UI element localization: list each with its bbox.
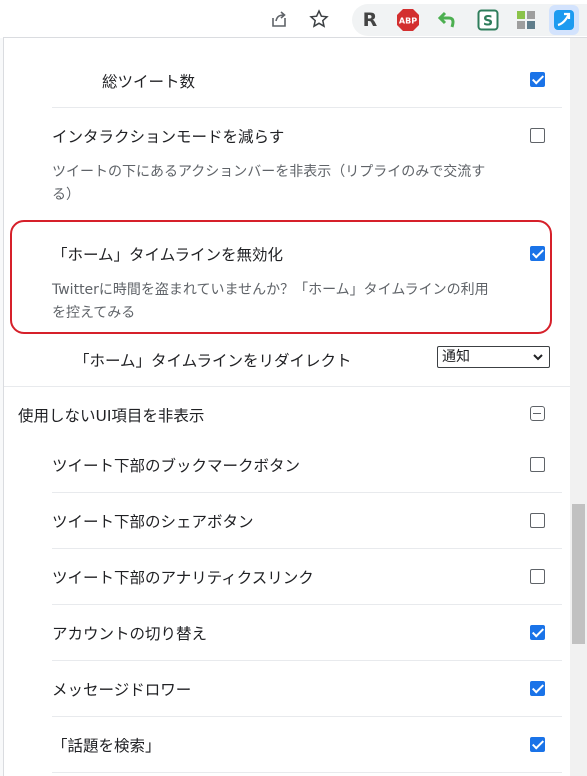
setting-row-reduce-interaction: インタラクションモードを減らす ツイートの下にあるアクションバーを非表示（リプラ… xyxy=(52,108,562,220)
active-extension-icon[interactable] xyxy=(549,5,579,35)
setting-description: ツイートの下にあるアクションバーを非表示（リプライのみで交流する） xyxy=(52,164,486,203)
setting-label: ツイート下部のブックマークボタン xyxy=(52,457,301,475)
setting-row-disable-home: 「ホーム」タイムラインを無効化 Twitterに時間を盗まれていませんか？「ホー… xyxy=(52,228,562,328)
redirect-home-select[interactable]: 通知 xyxy=(437,346,550,368)
share-button-checkbox[interactable] xyxy=(530,513,545,528)
extensions-group: R ABP S xyxy=(352,4,587,36)
list-item: ツイート下部のシェアボタン xyxy=(52,493,562,549)
list-item: ツイート下部のブックマークボタン xyxy=(52,437,562,493)
bookmark-button-checkbox[interactable] xyxy=(530,457,545,472)
list-item: メッセージドロワー xyxy=(52,661,562,717)
svg-text:S: S xyxy=(483,14,493,30)
setting-label: メッセージドロワー xyxy=(52,681,192,699)
account-switcher-checkbox[interactable] xyxy=(530,625,545,640)
redirect-home-label: 「ホーム」タイムラインをリダイレクト xyxy=(74,352,352,370)
scrollbar-thumb[interactable] xyxy=(572,504,585,644)
analytics-link-checkbox[interactable] xyxy=(530,569,545,584)
explore-search-checkbox[interactable] xyxy=(530,737,545,752)
chevron-down-icon xyxy=(533,354,543,361)
setting-label: インタラクションモードを減らす xyxy=(52,128,285,146)
green-arrow-extension-icon[interactable] xyxy=(436,8,460,32)
settings-popup: 総ツイート数 インタラクションモードを減らす ツイートの下にあるアクションバーを… xyxy=(3,37,587,776)
scrollbar[interactable] xyxy=(570,38,587,776)
disable-home-checkbox[interactable] xyxy=(530,246,545,261)
setting-label: 「話題を検索」 xyxy=(52,737,161,755)
setting-description: Twitterに時間を盗まれていませんか？「ホーム」タイムラインの利用を控えてみ… xyxy=(52,282,489,321)
reduce-interaction-checkbox[interactable] xyxy=(530,128,545,143)
message-drawer-checkbox[interactable] xyxy=(530,681,545,696)
puzzle-extension-icon[interactable] xyxy=(514,8,538,32)
setting-row-total-tweets: 総ツイート数 xyxy=(52,38,562,108)
setting-label: ツイート下部のアナリティクスリンク xyxy=(52,569,314,587)
setting-label: 「ホーム」タイムラインを無効化 xyxy=(52,246,283,264)
setting-label: アカウントの切り替え xyxy=(52,625,208,643)
total-tweets-checkbox[interactable] xyxy=(530,72,545,87)
section-title: 使用しないUI項目を非表示 xyxy=(18,407,205,425)
r-extension-icon[interactable]: R xyxy=(358,8,382,32)
setting-label: ツイート下部のシェアボタン xyxy=(52,513,254,531)
adblock-plus-icon[interactable]: ABP xyxy=(396,8,420,32)
setting-label: 総ツイート数 xyxy=(102,73,196,91)
share-icon[interactable] xyxy=(266,6,292,32)
redirect-home-selected: 通知 xyxy=(442,349,470,365)
star-icon[interactable] xyxy=(306,6,332,32)
s-extension-icon[interactable]: S xyxy=(476,8,500,32)
svg-text:ABP: ABP xyxy=(399,17,417,26)
list-item: 「話題を検索」 xyxy=(52,717,562,773)
collapse-icon[interactable] xyxy=(530,406,545,421)
list-item: アカウントの切り替え xyxy=(52,605,562,661)
list-item: ツイート下部のアナリティクスリンク xyxy=(52,549,562,605)
section-divider xyxy=(4,386,570,387)
browser-toolbar: R ABP S xyxy=(0,0,587,38)
